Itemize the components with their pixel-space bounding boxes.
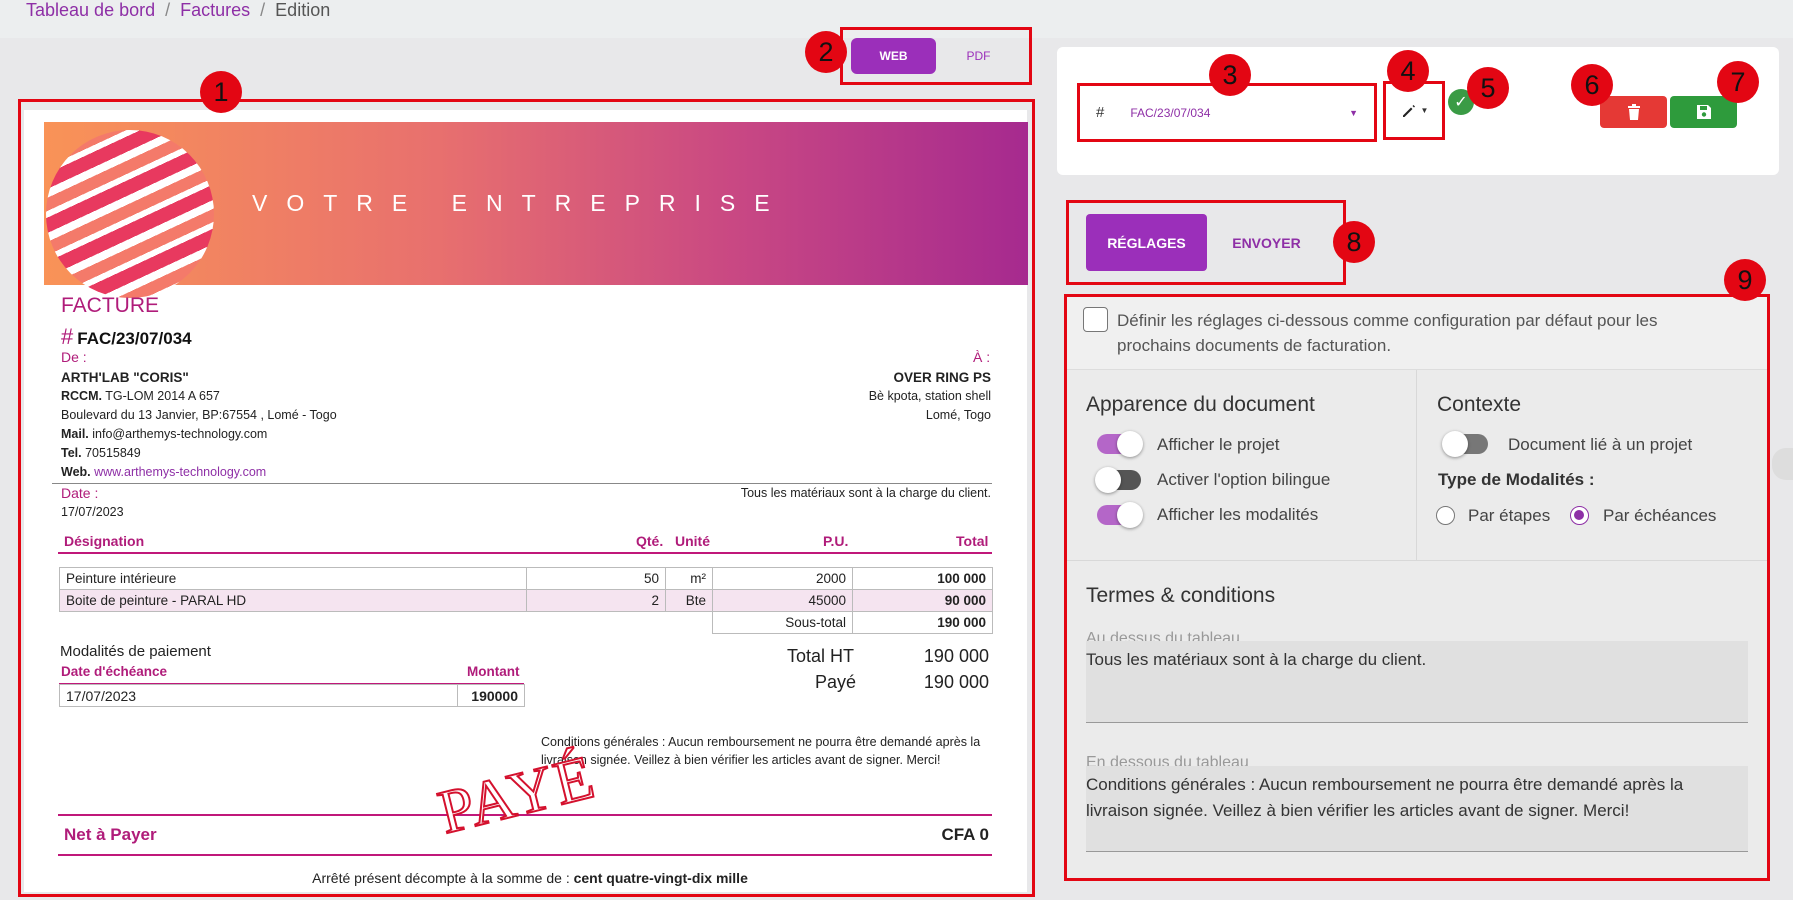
- subtotal-value: 190 000: [852, 611, 993, 634]
- callout-5: 5: [1467, 67, 1509, 109]
- view-toggle: WEB PDF: [840, 27, 1032, 85]
- seller-web-link[interactable]: www.arthemys-technology.com: [94, 465, 266, 479]
- seller-name: ARTH'LAB "CORIS": [61, 370, 189, 385]
- callout-8: 8: [1333, 221, 1375, 263]
- callout-3: 3: [1209, 54, 1251, 96]
- to-label: À :: [973, 349, 991, 365]
- breadcrumb-separator: /: [260, 0, 266, 20]
- trash-icon: [1627, 104, 1640, 120]
- from-label: De :: [61, 349, 87, 365]
- total-ht-label: Total HT: [787, 646, 855, 666]
- divider: [52, 483, 992, 484]
- paid-value: 190 000: [923, 672, 989, 692]
- payment-col-due: Date d'échéance: [61, 664, 168, 679]
- payment-due-date: 17/07/2023: [59, 684, 458, 707]
- chevron-down-icon: ▼: [1349, 107, 1358, 118]
- row2-pu: 45000: [712, 589, 853, 612]
- pdf-view-button[interactable]: PDF: [936, 38, 1021, 74]
- seller-rccm: TG-LOM 2014 A 657: [105, 389, 220, 403]
- col-total: Total: [956, 533, 989, 549]
- row2-designation: Boite de peinture - PARAL HD: [59, 589, 527, 612]
- in-words-prefix: Arrêté présent décompte à la somme de :: [312, 870, 570, 886]
- col-designation: Désignation: [64, 533, 145, 549]
- delete-button[interactable]: [1600, 96, 1667, 128]
- payment-amount: 190000: [457, 684, 525, 707]
- floppy-disk-icon: [1696, 105, 1711, 119]
- row2-qty: 2: [526, 589, 666, 612]
- conditions-text: Conditions générales : Aucun rembourseme…: [541, 735, 981, 767]
- row1-pu: 2000: [712, 567, 853, 590]
- breadcrumb-dashboard[interactable]: Tableau de bord: [26, 0, 155, 21]
- company-banner-text: VOTRE ENTREPRISE: [252, 190, 789, 216]
- hash-icon: #: [1096, 104, 1105, 121]
- tab-send[interactable]: ENVOYER: [1207, 214, 1326, 271]
- web-view-button[interactable]: WEB: [851, 38, 936, 74]
- callout-1: 1: [200, 71, 242, 113]
- hash-icon: #: [61, 324, 74, 349]
- buyer-name: OVER RING PS: [893, 370, 991, 385]
- table-header-line: [58, 552, 992, 554]
- web-label: Web.: [61, 465, 91, 479]
- total-ht-value: 190 000: [923, 646, 989, 666]
- rccm-label: RCCM.: [61, 389, 102, 403]
- seller-address: Boulevard du 13 Janvier, BP:67554 , Lomé…: [61, 408, 337, 422]
- paid-label: Payé: [815, 672, 857, 692]
- date-label: Date :: [61, 485, 99, 501]
- amount-in-words: Arrêté présent décompte à la somme de : …: [0, 870, 1060, 886]
- row1-qty: 50: [526, 567, 666, 590]
- seller-tel: 70515849: [85, 446, 141, 460]
- invoice-number: # FAC/23/07/034: [61, 324, 192, 350]
- settings-panel-frame: [1064, 294, 1770, 881]
- tel-label: Tel.: [61, 446, 82, 460]
- save-button[interactable]: [1670, 96, 1737, 128]
- payment-title: Modalités de paiement: [60, 643, 211, 660]
- callout-4: 4: [1387, 50, 1429, 92]
- callout-9: 9: [1724, 259, 1766, 301]
- subtotal-label: Sous-total: [712, 611, 853, 634]
- callout-2: 2: [805, 31, 847, 73]
- breadcrumb-invoices[interactable]: Factures: [180, 0, 250, 21]
- net-label: Net à Payer: [64, 825, 157, 844]
- invoice-number-value: FAC/23/07/034: [77, 329, 192, 348]
- chevron-down-icon: ▼: [1420, 106, 1429, 115]
- help-side-tab[interactable]: [1772, 448, 1793, 480]
- tab-settings[interactable]: RÉGLAGES: [1086, 214, 1207, 271]
- net-value: CFA 0: [941, 825, 989, 844]
- payment-col-amount: Montant: [467, 664, 520, 679]
- breadcrumb-current: Edition: [275, 0, 331, 20]
- company-logo: [46, 130, 214, 298]
- callout-7: 7: [1717, 61, 1759, 103]
- callout-6: 6: [1571, 64, 1613, 106]
- row1-unit: m²: [665, 567, 713, 590]
- pencil-icon: [1402, 104, 1415, 117]
- invoice-selector-value: FAC/23/07/034: [1130, 105, 1211, 120]
- col-unit: Unité: [675, 533, 710, 549]
- mail-label: Mail.: [61, 427, 89, 441]
- invoice-date: 17/07/2023: [61, 505, 124, 519]
- col-pu: P.U.: [823, 533, 849, 549]
- buyer-address-line1: Bè kpota, station shell: [868, 389, 991, 403]
- row2-total: 90 000: [852, 589, 993, 612]
- in-words-value: cent quatre-vingt-dix mille: [573, 870, 748, 886]
- seller-mail: info@arthemys-technology.com: [92, 427, 268, 441]
- note-above: Tous les matériaux sont à la charge du c…: [740, 486, 991, 500]
- breadcrumb-separator: /: [165, 0, 171, 20]
- row2-unit: Bte: [665, 589, 713, 612]
- col-qty: Qté.: [636, 533, 664, 549]
- breadcrumb: Tableau de bord / Factures / Edition: [26, 0, 330, 20]
- net-bottom-line: [58, 854, 992, 856]
- panel-tabs: RÉGLAGES ENVOYER: [1066, 200, 1346, 285]
- row1-designation: Peinture intérieure: [59, 567, 527, 590]
- row1-total: 100 000: [852, 567, 993, 590]
- buyer-address-line2: Lomé, Togo: [925, 408, 991, 422]
- invoice-doc-type: FACTURE: [61, 294, 160, 317]
